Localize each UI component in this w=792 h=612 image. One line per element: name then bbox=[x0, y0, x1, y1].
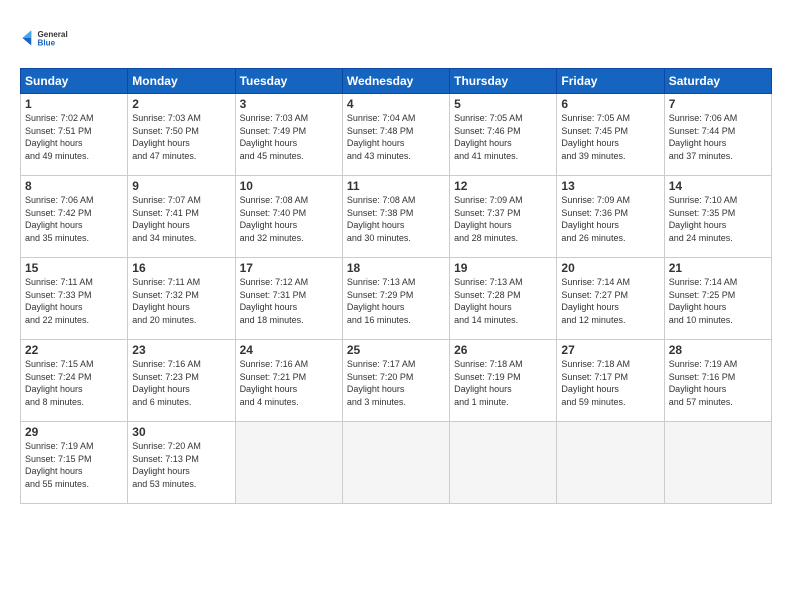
table-row: 4Sunrise: 7:04 AMSunset: 7:48 PMDaylight… bbox=[342, 94, 449, 176]
weekday-header-wednesday: Wednesday bbox=[342, 69, 449, 94]
week-row-3: 15Sunrise: 7:11 AMSunset: 7:33 PMDayligh… bbox=[21, 258, 772, 340]
table-row: 13Sunrise: 7:09 AMSunset: 7:36 PMDayligh… bbox=[557, 176, 664, 258]
table-row: 8Sunrise: 7:06 AMSunset: 7:42 PMDaylight… bbox=[21, 176, 128, 258]
weekday-header-sunday: Sunday bbox=[21, 69, 128, 94]
weekday-header-tuesday: Tuesday bbox=[235, 69, 342, 94]
header: General Blue bbox=[20, 18, 772, 58]
table-row: 16Sunrise: 7:11 AMSunset: 7:32 PMDayligh… bbox=[128, 258, 235, 340]
logo: General Blue bbox=[20, 18, 70, 58]
week-row-5: 29Sunrise: 7:19 AMSunset: 7:15 PMDayligh… bbox=[21, 422, 772, 504]
table-row: 28Sunrise: 7:19 AMSunset: 7:16 PMDayligh… bbox=[664, 340, 771, 422]
table-row: 25Sunrise: 7:17 AMSunset: 7:20 PMDayligh… bbox=[342, 340, 449, 422]
calendar: SundayMondayTuesdayWednesdayThursdayFrid… bbox=[20, 68, 772, 504]
table-row: 3Sunrise: 7:03 AMSunset: 7:49 PMDaylight… bbox=[235, 94, 342, 176]
table-row: 15Sunrise: 7:11 AMSunset: 7:33 PMDayligh… bbox=[21, 258, 128, 340]
table-row: 20Sunrise: 7:14 AMSunset: 7:27 PMDayligh… bbox=[557, 258, 664, 340]
table-row bbox=[235, 422, 342, 504]
table-row: 2Sunrise: 7:03 AMSunset: 7:50 PMDaylight… bbox=[128, 94, 235, 176]
table-row: 5Sunrise: 7:05 AMSunset: 7:46 PMDaylight… bbox=[450, 94, 557, 176]
table-row bbox=[664, 422, 771, 504]
table-row: 18Sunrise: 7:13 AMSunset: 7:29 PMDayligh… bbox=[342, 258, 449, 340]
table-row bbox=[342, 422, 449, 504]
table-row: 12Sunrise: 7:09 AMSunset: 7:37 PMDayligh… bbox=[450, 176, 557, 258]
table-row: 22Sunrise: 7:15 AMSunset: 7:24 PMDayligh… bbox=[21, 340, 128, 422]
svg-text:Blue: Blue bbox=[38, 39, 56, 48]
weekday-header-monday: Monday bbox=[128, 69, 235, 94]
table-row: 10Sunrise: 7:08 AMSunset: 7:40 PMDayligh… bbox=[235, 176, 342, 258]
table-row: 1Sunrise: 7:02 AMSunset: 7:51 PMDaylight… bbox=[21, 94, 128, 176]
weekday-header-saturday: Saturday bbox=[664, 69, 771, 94]
table-row bbox=[557, 422, 664, 504]
weekday-header-friday: Friday bbox=[557, 69, 664, 94]
table-row: 19Sunrise: 7:13 AMSunset: 7:28 PMDayligh… bbox=[450, 258, 557, 340]
table-row: 23Sunrise: 7:16 AMSunset: 7:23 PMDayligh… bbox=[128, 340, 235, 422]
logo-svg: General Blue bbox=[20, 18, 70, 58]
table-row: 9Sunrise: 7:07 AMSunset: 7:41 PMDaylight… bbox=[128, 176, 235, 258]
table-row bbox=[450, 422, 557, 504]
svg-text:General: General bbox=[38, 30, 68, 39]
week-row-2: 8Sunrise: 7:06 AMSunset: 7:42 PMDaylight… bbox=[21, 176, 772, 258]
table-row: 6Sunrise: 7:05 AMSunset: 7:45 PMDaylight… bbox=[557, 94, 664, 176]
page: General Blue SundayMondayTuesdayWednesda… bbox=[0, 0, 792, 612]
table-row: 29Sunrise: 7:19 AMSunset: 7:15 PMDayligh… bbox=[21, 422, 128, 504]
table-row: 7Sunrise: 7:06 AMSunset: 7:44 PMDaylight… bbox=[664, 94, 771, 176]
week-row-1: 1Sunrise: 7:02 AMSunset: 7:51 PMDaylight… bbox=[21, 94, 772, 176]
table-row: 27Sunrise: 7:18 AMSunset: 7:17 PMDayligh… bbox=[557, 340, 664, 422]
table-row: 11Sunrise: 7:08 AMSunset: 7:38 PMDayligh… bbox=[342, 176, 449, 258]
table-row: 30Sunrise: 7:20 AMSunset: 7:13 PMDayligh… bbox=[128, 422, 235, 504]
weekday-header-thursday: Thursday bbox=[450, 69, 557, 94]
table-row: 17Sunrise: 7:12 AMSunset: 7:31 PMDayligh… bbox=[235, 258, 342, 340]
table-row: 26Sunrise: 7:18 AMSunset: 7:19 PMDayligh… bbox=[450, 340, 557, 422]
table-row: 14Sunrise: 7:10 AMSunset: 7:35 PMDayligh… bbox=[664, 176, 771, 258]
table-row: 24Sunrise: 7:16 AMSunset: 7:21 PMDayligh… bbox=[235, 340, 342, 422]
weekday-header-row: SundayMondayTuesdayWednesdayThursdayFrid… bbox=[21, 69, 772, 94]
table-row: 21Sunrise: 7:14 AMSunset: 7:25 PMDayligh… bbox=[664, 258, 771, 340]
week-row-4: 22Sunrise: 7:15 AMSunset: 7:24 PMDayligh… bbox=[21, 340, 772, 422]
